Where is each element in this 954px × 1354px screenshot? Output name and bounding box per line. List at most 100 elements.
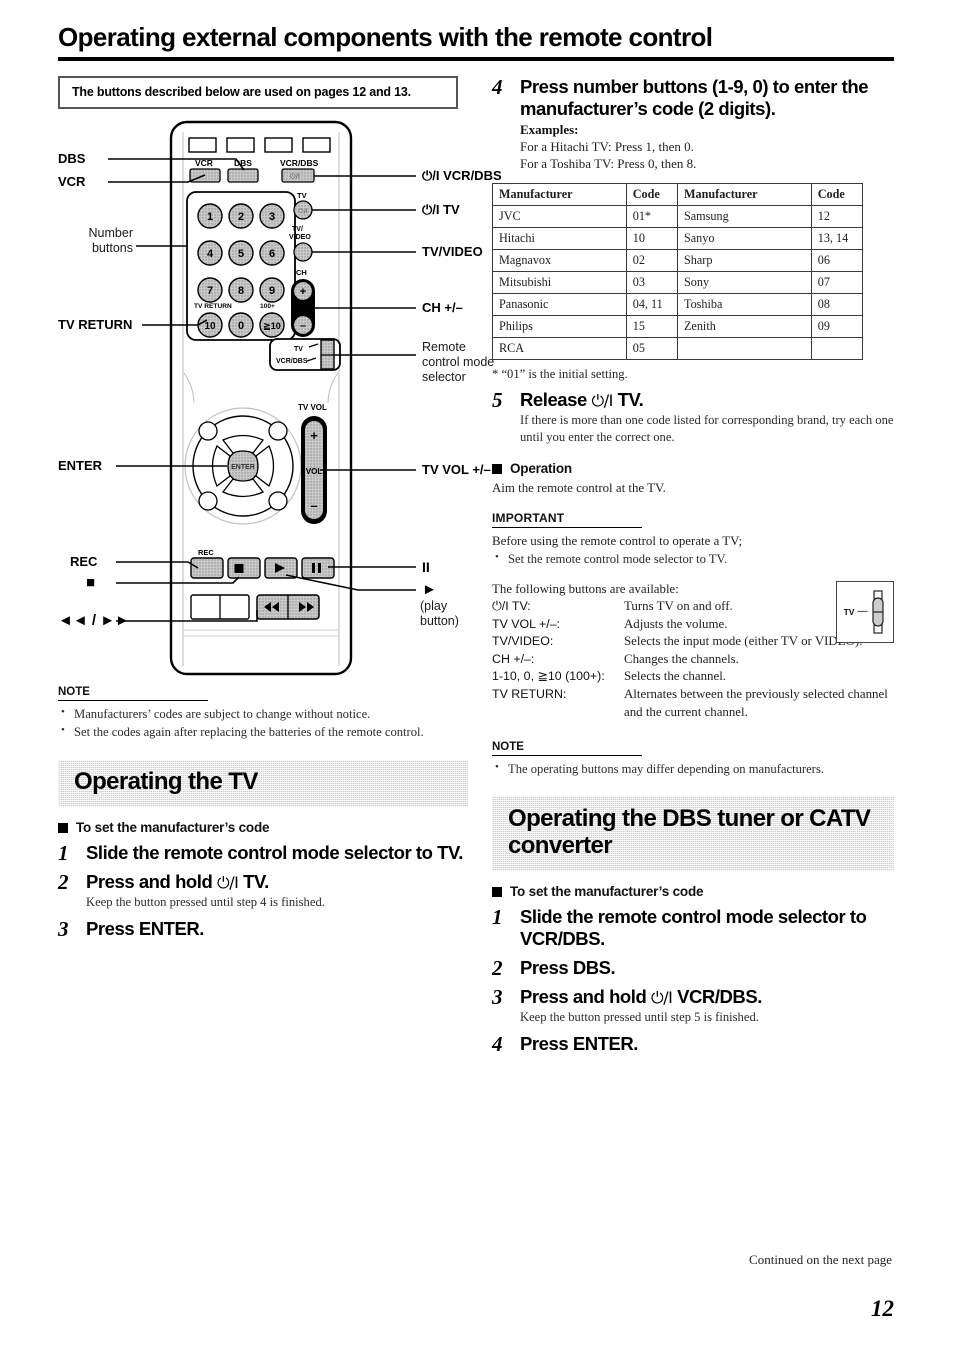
button-desc-row: TV/VIDEO: Selects the input mode (either… xyxy=(492,633,894,651)
label-play-note: (play button) xyxy=(420,599,459,628)
svg-text:VCR/DBS: VCR/DBS xyxy=(276,358,308,365)
left-column: The buttons described below are used on … xyxy=(58,76,502,940)
label-power-vcr-dbs: ⏻/I VCR/DBS xyxy=(422,168,502,183)
step-subtext: If there is more than one code listed fo… xyxy=(520,413,894,445)
cell-manufacturer: Sony xyxy=(676,271,812,295)
svg-text:TV VOL: TV VOL xyxy=(298,403,327,412)
important-bullet-item: Set the remote control mode selector to … xyxy=(492,550,894,569)
note-item: Manufacturers’ codes are subject to chan… xyxy=(58,705,468,724)
subhead-set-manufacturer-code: To set the manufacturer’s code xyxy=(58,820,468,835)
step-2: 2 Press and hold ⏻/I TV. Keep the button… xyxy=(58,871,468,911)
label-rec: REC xyxy=(70,554,98,569)
button-value: Alternates between the previously select… xyxy=(624,686,888,719)
button-desc-row: TV VOL +/–: Adjusts the volume. xyxy=(492,616,894,634)
step-number: 2 xyxy=(492,955,503,980)
square-bullet-icon xyxy=(58,822,68,833)
step-number: 3 xyxy=(58,916,69,941)
label-power-tv: ⏻/I TV xyxy=(422,202,460,217)
step-title: Press and hold ⏻/I TV. xyxy=(86,871,468,893)
cell-code: 07 xyxy=(810,271,864,295)
right-note-block: NOTE The operating buttons may differ de… xyxy=(492,737,894,779)
label-dbs: DBS xyxy=(58,151,86,166)
svg-text:TV: TV xyxy=(294,346,303,353)
cell-manufacturer: Philips xyxy=(492,315,627,339)
cell-code: 13, 14 xyxy=(810,227,864,251)
cell-code: 05 xyxy=(625,337,678,361)
cell-manufacturer: RCA xyxy=(492,337,627,361)
cell-empty xyxy=(810,337,864,361)
step-title: Press ENTER. xyxy=(86,917,204,939)
svg-text:4: 4 xyxy=(207,248,214,260)
step-title: Press number buttons (1-9, 0) to enter t… xyxy=(520,76,869,119)
table-header-row: Manufacturer Code Manufacturer Code xyxy=(492,183,864,207)
note-divider xyxy=(492,755,642,757)
table-row: RCA 05 xyxy=(492,337,864,361)
step-number: 4 xyxy=(492,75,503,99)
button-desc-row: ⏻/I TV: Turns TV on and off. xyxy=(492,598,894,616)
cell-code: 09 xyxy=(810,315,864,339)
table-row: Philips 15 Zenith 09 xyxy=(492,315,864,339)
subhead-operation: Operation xyxy=(492,461,894,476)
section-title: Operating the TV xyxy=(74,768,258,796)
section-banner-operating-dbs: Operating the DBS tuner or CATV converte… xyxy=(492,797,894,871)
svg-text:2: 2 xyxy=(238,211,244,223)
step-3: 3 Press ENTER. xyxy=(58,918,468,940)
document-page: Operating external components with the r… xyxy=(0,0,954,1354)
step-title-pre: Press and hold xyxy=(520,985,652,1007)
step-subtext: Keep the button pressed until step 5 is … xyxy=(520,1009,759,1024)
dbs-step-1: 1 Slide the remote control mode selector… xyxy=(492,906,894,950)
svg-text:+: + xyxy=(310,428,318,443)
label-tv-return: TV RETURN xyxy=(58,317,133,332)
svg-text:TV: TV xyxy=(297,191,307,200)
note-list: The operating buttons may differ dependi… xyxy=(492,760,894,779)
power-icon: ⏻/I xyxy=(651,987,673,1007)
step-4: 4 Press number buttons (1-9, 0) to enter… xyxy=(492,76,894,172)
step-number: 2 xyxy=(58,870,69,895)
section-title: Operating the DBS tuner or CATV converte… xyxy=(508,805,871,860)
subhead-label: To set the manufacturer’s code xyxy=(76,820,270,836)
dbs-step-2: 2 Press DBS. xyxy=(492,957,894,979)
label-enter: ENTER xyxy=(58,458,103,473)
col-header-manufacturer-2: Manufacturer xyxy=(676,183,812,207)
table-row: Magnavox 02 Sharp 06 xyxy=(492,249,864,273)
label-rew-ff-icon: ◄◄ / ►► xyxy=(58,612,130,629)
svg-text:CH: CH xyxy=(296,268,307,277)
step-title-post: VCR/DBS. xyxy=(672,985,762,1007)
cell-code: 12 xyxy=(810,205,864,229)
tv-fig-label: TV xyxy=(843,606,855,617)
note-heading: NOTE xyxy=(492,741,524,754)
remote-control-diagram: VCR DBS VCR/DBS ⏻/I 1 2 3 4 5 6 7 8 9 10… xyxy=(58,118,502,678)
cell-code: 01* xyxy=(625,205,678,229)
svg-text:ENTER: ENTER xyxy=(231,464,255,471)
dbs-step-3: 3 Press and hold ⏻/I VCR/DBS. Keep the b… xyxy=(492,986,894,1026)
label-play-icon: ► xyxy=(422,581,437,598)
note-item: Set the codes again after replacing the … xyxy=(58,723,468,742)
svg-text:≧10: ≧10 xyxy=(263,321,281,331)
label-number-buttons: Number buttons xyxy=(88,226,133,255)
cell-code: 10 xyxy=(625,227,678,251)
step-title: Press and hold ⏻/I VCR/DBS. xyxy=(520,986,894,1008)
cell-code: 15 xyxy=(625,315,678,339)
cell-manufacturer: Panasonic xyxy=(492,293,627,317)
button-value: Selects the channel. xyxy=(624,669,727,684)
button-key: TV VOL +/–: xyxy=(492,616,561,631)
svg-text:10: 10 xyxy=(204,321,216,332)
step-title: Press DBS. xyxy=(520,956,616,978)
subhead-label: To set the manufacturer’s code xyxy=(510,884,704,900)
col-header-code-1: Code xyxy=(625,183,678,207)
svg-text:VOL: VOL xyxy=(306,467,323,476)
subhead-set-manufacturer-code-dbs: To set the manufacturer’s code xyxy=(492,884,894,899)
step-number: 3 xyxy=(492,984,503,1009)
svg-text:9: 9 xyxy=(269,285,275,297)
table-row: Mitsubishi 03 Sony 07 xyxy=(492,271,864,295)
button-key: ⏻/I TV: xyxy=(492,599,531,614)
available-intro: The following buttons are available: xyxy=(492,581,679,596)
svg-text:VCR/DBS: VCR/DBS xyxy=(280,158,319,168)
manufacturer-code-table: Manufacturer Code Manufacturer Code JVC … xyxy=(492,183,864,361)
cell-manufacturer: Samsung xyxy=(676,205,812,229)
cell-empty xyxy=(676,337,812,361)
button-key: TV RETURN: xyxy=(492,686,567,701)
step-title: Slide the remote control mode selector t… xyxy=(520,906,867,949)
callout-box: The buttons described below are used on … xyxy=(58,76,458,109)
label-tv-vol: TV VOL +/– xyxy=(422,462,491,477)
